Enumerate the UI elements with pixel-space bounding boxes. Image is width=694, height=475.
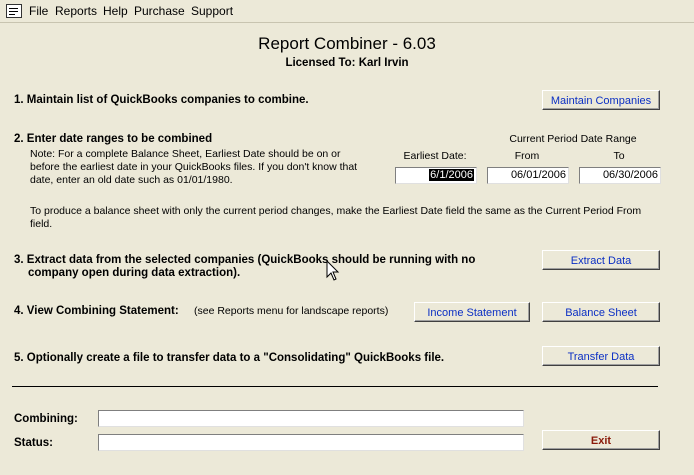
balance-note-line2: field.	[30, 218, 53, 230]
balance-note-line1: To produce a balance sheet with only the…	[30, 205, 642, 217]
earliest-date-label: Earliest Date:	[403, 150, 467, 162]
license-text: Licensed To: Karl Irvin	[285, 57, 409, 69]
menu-help[interactable]: Help	[103, 4, 128, 18]
step3-label-line2: company open during data extraction).	[28, 267, 241, 279]
step4-label: 4. View Combining Statement:	[14, 305, 179, 317]
combining-field	[98, 410, 524, 427]
step4-hint: (see Reports menu for landscape reports)	[194, 305, 389, 317]
menu-bar: File Reports Help Purchase Support	[0, 0, 694, 23]
combining-label: Combining:	[14, 413, 78, 425]
current-period-header: Current Period Date Range	[509, 133, 637, 145]
earliest-date-value: 6/1/2006	[429, 169, 474, 181]
balance-sheet-button[interactable]: Balance Sheet	[542, 302, 660, 322]
page-title: Report Combiner - 6.03	[258, 34, 436, 53]
step5-label: 5. Optionally create a file to transfer …	[14, 352, 445, 364]
maintain-companies-button[interactable]: Maintain Companies	[542, 90, 660, 110]
step2-note-line3: date, enter an old date such as 01/01/19…	[30, 174, 233, 186]
menu-support[interactable]: Support	[191, 4, 233, 18]
menu-purchase[interactable]: Purchase	[134, 4, 185, 18]
earliest-date-input[interactable]: 6/1/2006	[395, 167, 477, 184]
exit-button[interactable]: Exit	[542, 430, 660, 450]
step2-note-line2: before the earliest date in your QuickBo…	[30, 161, 358, 173]
divider	[12, 386, 658, 387]
menu-file[interactable]: File	[29, 4, 48, 18]
menu-reports[interactable]: Reports	[55, 4, 97, 18]
step3-label-line1: 3. Extract data from the selected compan…	[14, 254, 476, 266]
step2-note-line1: Note: For a complete Balance Sheet, Earl…	[30, 148, 341, 160]
step1-label: 1. Maintain list of QuickBooks companies…	[14, 94, 309, 106]
app-icon[interactable]	[6, 4, 22, 18]
period-from-input[interactable]: 06/01/2006	[487, 167, 569, 184]
status-field	[98, 434, 524, 451]
step2-label: 2. Enter date ranges to be combined	[14, 133, 213, 145]
from-label: From	[514, 150, 540, 162]
to-label: To	[613, 150, 625, 162]
mouse-cursor-icon	[326, 260, 340, 281]
period-to-input[interactable]: 06/30/2006	[579, 167, 661, 184]
income-statement-button[interactable]: Income Statement	[414, 302, 530, 322]
status-label: Status:	[14, 437, 53, 449]
transfer-data-button[interactable]: Transfer Data	[542, 346, 660, 366]
extract-data-button[interactable]: Extract Data	[542, 250, 660, 270]
